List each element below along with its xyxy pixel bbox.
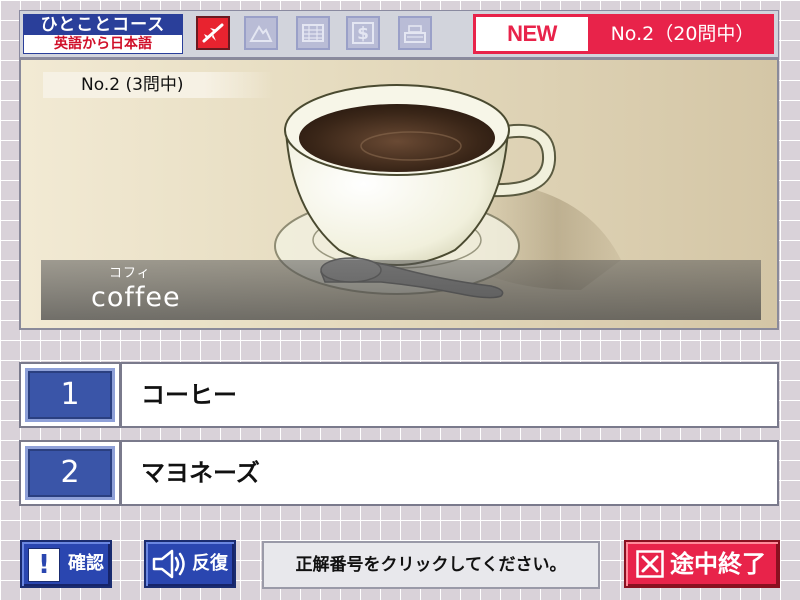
- course-subtitle: 英語から日本語: [54, 36, 152, 52]
- quit-label: 途中終了: [670, 550, 766, 578]
- course-box: ひとことコース 英語から日本語: [23, 14, 183, 54]
- repeat-button[interactable]: 反復: [144, 540, 236, 588]
- dollar-icon[interactable]: $: [346, 16, 380, 50]
- question-progress: No.2（20問中）: [591, 14, 774, 54]
- speaker-icon: [152, 549, 185, 579]
- exclamation-icon: !: [28, 548, 60, 582]
- new-mode-label: NEW MODE: [473, 14, 591, 80]
- repeat-label: 反復: [192, 553, 228, 574]
- instruction-text: 正解番号をクリックしてください。: [262, 541, 600, 589]
- answer-number-button[interactable]: 1: [25, 368, 115, 422]
- close-icon: [636, 550, 664, 578]
- cash-register-icon[interactable]: [398, 16, 432, 50]
- confirm-label: 確認: [68, 553, 104, 574]
- quit-button[interactable]: 途中終了: [624, 540, 780, 588]
- sub-question-count: No.2 (3問中): [43, 72, 273, 98]
- answer-text[interactable]: コーヒー: [141, 364, 237, 426]
- picture-panel: No.2 (3問中) コフィ coffee: [19, 58, 779, 330]
- question-word: coffee: [91, 282, 181, 313]
- airplane-icon[interactable]: [196, 16, 230, 50]
- divider: [119, 364, 122, 426]
- confirm-button[interactable]: ! 確認: [20, 540, 112, 588]
- answer-option-2[interactable]: 2 マヨネーズ: [19, 440, 779, 506]
- answer-option-1[interactable]: 1 コーヒー: [19, 362, 779, 428]
- svg-text:$: $: [357, 24, 369, 44]
- answer-number-button[interactable]: 2: [25, 446, 115, 500]
- answer-text[interactable]: マヨネーズ: [141, 442, 260, 504]
- divider: [119, 442, 122, 504]
- building-icon[interactable]: [296, 16, 330, 50]
- top-bar: ひとことコース 英語から日本語 $ NEW MODE No.2（20問中: [19, 10, 779, 80]
- word-reading: コフィ: [109, 266, 151, 281]
- course-title: ひとことコース: [24, 15, 182, 35]
- mountain-icon[interactable]: [244, 16, 278, 50]
